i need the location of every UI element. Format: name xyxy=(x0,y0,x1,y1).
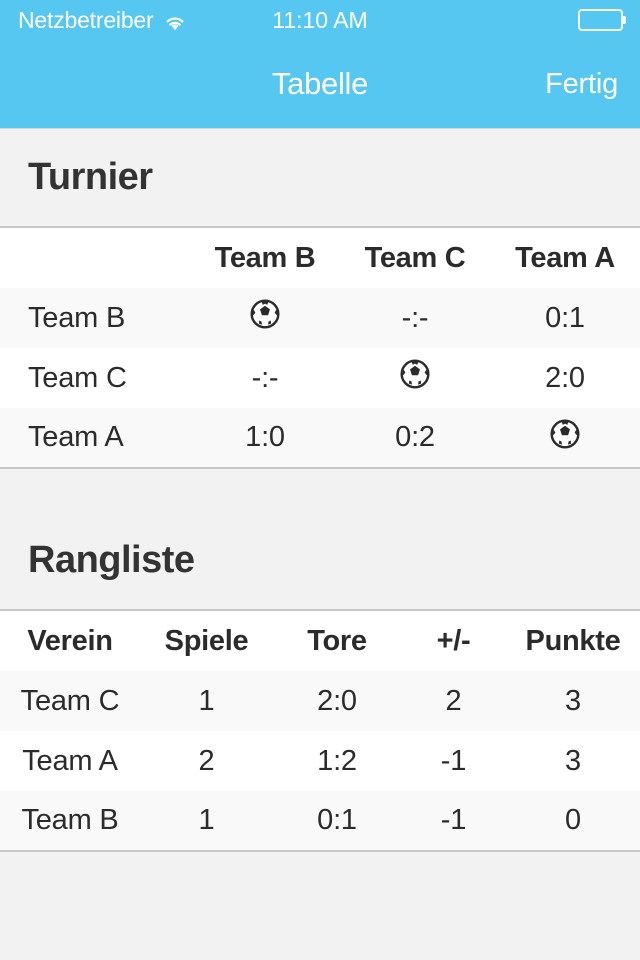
ranking-cell-punkte-2: 0 xyxy=(565,804,581,836)
table-row[interactable]: Team A 1:0 0:2 xyxy=(0,408,640,468)
done-button[interactable]: Fertig xyxy=(545,68,640,101)
battery-icon xyxy=(578,9,626,31)
soccer-ball-icon xyxy=(550,418,580,449)
matrix-cell-2-0[interactable]: 1:0 xyxy=(190,408,340,468)
ranking-cell-diff-0: 2 xyxy=(445,684,462,717)
section-header-rangliste: Rangliste xyxy=(0,511,640,611)
ranking-col-header-punkte: Punkte xyxy=(525,624,621,657)
battery-cap xyxy=(623,16,626,24)
tournament-matrix-header: Team B Team C Team A xyxy=(0,228,640,288)
carrier-label: Netzbetreiber xyxy=(18,6,154,33)
content-filler xyxy=(0,852,640,960)
matrix-cell-0-0[interactable] xyxy=(190,288,340,348)
navigation-bar: Tabelle Fertig xyxy=(0,40,640,128)
status-bar-left: Netzbetreiber xyxy=(0,7,187,34)
table-row[interactable]: Team C 1 2:0 2 3 xyxy=(0,671,640,731)
ranking-col-header-spiele: Spiele xyxy=(164,624,249,657)
ranking-cell-tore-0: 2:0 xyxy=(317,684,357,717)
soccer-ball-icon xyxy=(400,359,430,389)
ranking-cell-spiele-0: 1 xyxy=(198,684,215,717)
status-bar-right xyxy=(578,9,640,31)
matrix-row-header-2: Team A xyxy=(28,421,124,453)
ranking-table-body: Team C 1 2:0 2 3 Team A 2 1:2 -1 3 Team … xyxy=(0,671,640,851)
matrix-col-header-2: Team A xyxy=(515,241,615,274)
ranking-cell-diff-1: -1 xyxy=(440,744,467,777)
ranking-cell-punkte-0: 3 xyxy=(565,684,581,717)
matrix-cell-1-1[interactable] xyxy=(340,348,490,408)
content-scroll-area[interactable]: Turnier Team B Team C Team A Team B -:- … xyxy=(0,128,640,960)
matrix-row-header-1: Team C xyxy=(28,361,127,394)
ranking-table-header: Verein Spiele Tore +/- Punkte xyxy=(0,611,640,671)
matrix-col-header-1: Team C xyxy=(364,241,466,274)
matrix-col-header-0: Team B xyxy=(214,241,316,274)
matrix-cell-2-2[interactable] xyxy=(490,408,640,468)
ranking-cell-diff-2: -1 xyxy=(440,804,467,836)
section-header-turnier: Turnier xyxy=(0,128,640,228)
matrix-row-header-0: Team B xyxy=(28,301,126,334)
section-gap xyxy=(0,469,640,511)
matrix-cell-1-2[interactable]: 2:0 xyxy=(490,348,640,408)
ranking-cell-tore-1: 1:2 xyxy=(317,744,357,777)
ranking-cell-spiele-1: 2 xyxy=(198,744,215,777)
ranking-cell-verein-0: Team C xyxy=(20,684,120,717)
matrix-cell-0-2[interactable]: 0:1 xyxy=(490,288,640,348)
ranking-cell-punkte-1: 3 xyxy=(565,744,581,777)
soccer-ball-icon xyxy=(250,299,280,329)
ranking-cell-tore-2: 0:1 xyxy=(317,804,357,836)
ranking-cell-verein-1: Team A xyxy=(22,744,118,777)
matrix-cell-1-0[interactable]: -:- xyxy=(190,348,340,408)
ranking-col-header-verein: Verein xyxy=(27,624,113,657)
section-title-rangliste: Rangliste xyxy=(28,538,195,581)
wifi-icon xyxy=(163,11,187,31)
status-bar: Netzbetreiber 11:10 AM xyxy=(0,0,640,40)
section-title-turnier: Turnier xyxy=(28,156,153,198)
tournament-matrix-table: Team B Team C Team A Team B -:- 0:1 Team… xyxy=(0,228,640,469)
ranking-col-header-tore: Tore xyxy=(307,624,367,657)
app-root: Netzbetreiber 11:10 AM Tabelle Fertig Tu… xyxy=(0,0,640,960)
ranking-cell-verein-2: Team B xyxy=(21,804,119,836)
matrix-cell-2-1[interactable]: 0:2 xyxy=(340,408,490,468)
page-title: Tabelle xyxy=(271,66,369,101)
battery-shell xyxy=(578,9,623,31)
ranking-cell-spiele-2: 1 xyxy=(198,804,215,836)
tournament-matrix-body: Team B -:- 0:1 Team C -:- 2:0 Team A 1:0… xyxy=(0,288,640,468)
table-row[interactable]: Team A 2 1:2 -1 3 xyxy=(0,731,640,791)
table-header-row: Verein Spiele Tore +/- Punkte xyxy=(0,611,640,671)
table-row[interactable]: Team B -:- 0:1 xyxy=(0,288,640,348)
table-row[interactable]: Team C -:- 2:0 xyxy=(0,348,640,408)
matrix-cell-0-1[interactable]: -:- xyxy=(340,288,490,348)
matrix-corner-cell xyxy=(0,228,190,288)
ranking-table: Verein Spiele Tore +/- Punkte Team C 1 2… xyxy=(0,611,640,852)
table-header-row: Team B Team C Team A xyxy=(0,228,640,288)
ranking-col-header-diff: +/- xyxy=(436,624,471,657)
table-row[interactable]: Team B 1 0:1 -1 0 xyxy=(0,791,640,851)
